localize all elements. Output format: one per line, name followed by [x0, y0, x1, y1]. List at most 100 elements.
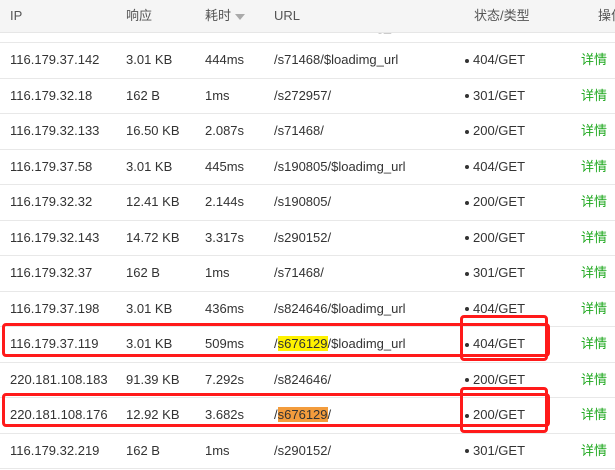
- detail-link[interactable]: 详情: [581, 79, 607, 113]
- table-row: 220.181.108.176 12.92 KB 3.682s/s676129/20…: [0, 398, 615, 434]
- row-size: 12.92 KB: [126, 407, 180, 422]
- status-dot-icon: [465, 449, 469, 454]
- table-row: 116.179.32.133 16.50 KB 2.087s/s71468/200/…: [0, 114, 615, 150]
- row-size: 3.01 KB: [126, 336, 173, 351]
- row-status: 301/GET: [465, 434, 525, 468]
- status-dot-icon: [465, 413, 469, 418]
- url-highlight: s676129: [277, 336, 328, 351]
- table-row: 116.179.37.119 3.01 KB 509ms/s676129/$load…: [0, 327, 615, 363]
- row-time: 2.144s: [205, 194, 245, 209]
- table-body: 116.179.37.142 3.01 KB 444ms/s71468/$loadi…: [0, 43, 615, 469]
- row-url[interactable]: /s824646/$loadimg_url: [274, 292, 406, 326]
- status-text: 301/GET: [473, 442, 526, 458]
- detail-link[interactable]: 详情: [581, 221, 607, 255]
- col-status: 状态/类型: [474, 8, 530, 23]
- detail-link[interactable]: 详情: [581, 292, 607, 326]
- detail-link[interactable]: 详情: [581, 256, 607, 290]
- status-text: 200/GET: [473, 123, 526, 138]
- row-url[interactable]: /s290152/: [274, 434, 331, 468]
- row-status: 200/GET: [465, 398, 525, 432]
- row-url[interactable]: /s676129/$loadimg_url: [274, 327, 406, 361]
- status-dot-icon: [465, 342, 469, 347]
- url-highlight: s676129: [277, 407, 328, 422]
- row-status: 404/GET: [465, 150, 525, 184]
- row-time: 2.087s: [205, 123, 245, 138]
- status-dot-icon: [465, 200, 469, 205]
- url-suffix: /: [327, 407, 332, 422]
- detail-link[interactable]: 详情: [581, 150, 607, 184]
- row-url[interactable]: /s824646/: [274, 363, 331, 397]
- row-size: 12.41 KB: [126, 194, 180, 209]
- table-row: 116.179.32.143 14.72 KB 3.317s/s290152/200…: [0, 221, 615, 256]
- table-row: 116.179.32.219 162 B 1ms/s290152/301/GET 详情: [0, 434, 615, 469]
- status-dot-icon: [465, 307, 469, 312]
- detail-link[interactable]: 详情: [581, 434, 607, 468]
- detail-link[interactable]: 详情: [581, 327, 607, 361]
- row-time: 1ms: [205, 442, 230, 458]
- table-row: 116.179.32.37 162 B 1ms/s71468/301/GET 详情: [0, 256, 615, 292]
- row-time: 3.317s: [205, 229, 245, 245]
- row-url[interactable]: /s190805/$loadimg_url: [274, 150, 406, 184]
- row-ip: 116.179.37.198: [10, 300, 100, 316]
- table-row: 116.179.37.142 3.01 KB 444ms/s71468/$loadi…: [0, 43, 615, 79]
- detail-link[interactable]: 详情: [581, 398, 607, 432]
- row-size: 162 B: [126, 265, 160, 280]
- table-row: 220.181.108.183 91.39 KB 7.292s/s824646/20…: [0, 363, 615, 398]
- col-time[interactable]: 耗时: [205, 0, 246, 32]
- row-size: 3.01 KB: [126, 158, 173, 174]
- col-ip: IP: [10, 8, 23, 23]
- row-url[interactable]: /s272957/: [274, 79, 331, 113]
- row-status: 200/GET: [465, 114, 525, 148]
- sort-desc-icon[interactable]: [235, 13, 246, 20]
- row-time: 445ms: [205, 158, 245, 174]
- row-size: 3.01 KB: [126, 300, 173, 316]
- detail-link[interactable]: 详情: [581, 114, 607, 148]
- status-dot-icon: [465, 271, 469, 276]
- status-dot-icon: [465, 236, 469, 241]
- row-ip: 116.179.32.37: [10, 265, 93, 280]
- row-ip: 116.179.37.119: [10, 336, 99, 351]
- row-time: 509ms: [205, 336, 245, 351]
- detail-link[interactable]: 详情: [581, 185, 607, 219]
- status-text: 200/GET: [473, 407, 526, 422]
- status-text: 404/GET: [473, 336, 526, 351]
- status-text: 200/GET: [473, 194, 526, 209]
- row-url[interactable]: /s676129/: [274, 398, 331, 432]
- status-text: 404/GET: [473, 158, 526, 174]
- status-text: 301/GET: [473, 87, 526, 103]
- row-status: 200/GET: [465, 363, 525, 397]
- row-status: 404/GET: [465, 327, 525, 361]
- row-time: 3.682s: [205, 407, 245, 422]
- col-url: URL: [274, 8, 301, 23]
- status-text: 404/GET: [473, 300, 526, 316]
- row-ip: 116.179.32.18: [10, 87, 93, 103]
- row-time: 444ms: [205, 52, 245, 67]
- row-url[interactable]: /s290152/: [274, 221, 331, 255]
- detail-link[interactable]: 详情: [581, 363, 607, 397]
- row-url[interactable]: /s71468/: [274, 114, 324, 148]
- detail-link[interactable]: 详情: [581, 43, 607, 77]
- row-ip: 220.181.108.176: [10, 407, 108, 422]
- table-header: IP 响应 耗时 URL 状态/类型 操作: [0, 0, 615, 33]
- row-status: 200/GET: [465, 185, 525, 219]
- status-dot-icon: [465, 129, 469, 134]
- row-url[interactable]: /s71468/$loadimg_url: [274, 43, 398, 77]
- status-text: 200/GET: [473, 229, 526, 245]
- row-size: 91.39 KB: [126, 371, 180, 387]
- col-response[interactable]: 响应: [126, 0, 152, 32]
- status-text: 404/GET: [473, 52, 526, 67]
- col-ops: 操作: [598, 8, 615, 23]
- row-size: 3.01 KB: [126, 52, 173, 67]
- row-size: 162 B: [126, 442, 160, 458]
- col-time-label: 耗时: [205, 8, 232, 23]
- table-row: 116.179.32.18 162 B 1ms/s272957/301/GET 详情: [0, 79, 615, 114]
- row-ip: 116.179.32.32: [10, 194, 93, 209]
- row-url[interactable]: /s71468/: [274, 256, 324, 290]
- row-time: 7.292s: [205, 371, 245, 387]
- row-status: 301/GET: [465, 256, 525, 290]
- row-ip: 220.181.108.183: [10, 371, 108, 387]
- status-text: 200/GET: [473, 371, 526, 387]
- row-size: 162 B: [126, 87, 160, 103]
- row-url[interactable]: /s190805/: [274, 185, 331, 219]
- row-time: 1ms: [205, 87, 230, 103]
